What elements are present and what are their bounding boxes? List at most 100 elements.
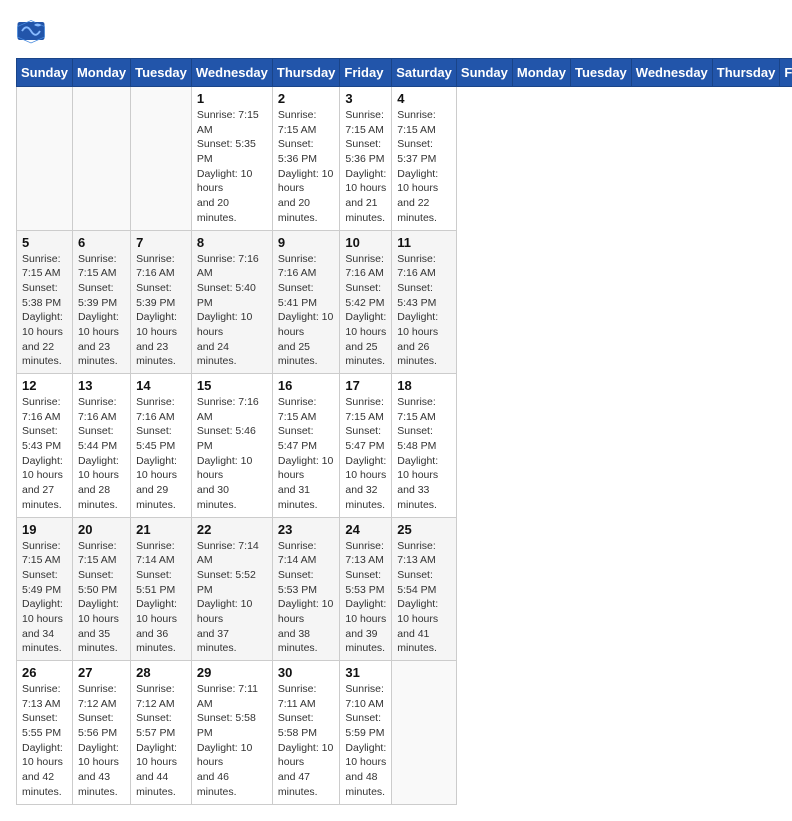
calendar-day-18: 18Sunrise: 7:15 AM Sunset: 5:48 PM Dayli… (392, 374, 457, 518)
day-number: 23 (278, 522, 335, 537)
calendar-empty-cell (72, 87, 130, 231)
day-number: 22 (197, 522, 267, 537)
calendar-day-4: 4Sunrise: 7:15 AM Sunset: 5:37 PM Daylig… (392, 87, 457, 231)
day-info: Sunrise: 7:16 AM Sunset: 5:42 PM Dayligh… (345, 252, 386, 370)
day-number: 26 (22, 665, 67, 680)
calendar-day-29: 29 Sunrise: 7:11 AM Sunset: 5:58 PM Dayli… (191, 661, 272, 805)
weekday-header-monday: Monday (512, 59, 570, 87)
calendar-day-23: 23Sunrise: 7:14 AM Sunset: 5:53 PM Dayli… (272, 517, 340, 661)
weekday-header-saturday: Saturday (392, 59, 457, 87)
day-info: Sunrise: 7:16 AM Sunset: 5:40 PM Dayligh… (197, 252, 267, 370)
day-number: 21 (136, 522, 186, 537)
day-info: Sunrise: 7:16 AM Sunset: 5:44 PM Dayligh… (78, 395, 125, 513)
day-info: Sunrise: 7:15 AM Sunset: 5:37 PM Dayligh… (397, 108, 451, 226)
calendar-header-row: SundayMondayTuesdayWednesdayThursdayFrid… (17, 59, 792, 87)
day-info: Sunrise: 7:16 AM Sunset: 5:39 PM Dayligh… (136, 252, 186, 370)
weekday-header-sunday: Sunday (17, 59, 73, 87)
day-info: Sunrise: 7:16 AM Sunset: 5:46 PM Dayligh… (197, 395, 267, 513)
weekday-header-friday: Friday (780, 59, 792, 87)
calendar-week-row: 19 Sunrise: 7:15 AM Sunset: 5:49 PM Dayli… (17, 517, 792, 661)
calendar-day-21: 21Sunrise: 7:14 AM Sunset: 5:51 PM Dayli… (131, 517, 192, 661)
day-number: 28 (136, 665, 186, 680)
weekday-header-sunday: Sunday (456, 59, 512, 87)
calendar-day-24: 24 Sunrise: 7:13 AM Sunset: 5:53 PM Dayli… (340, 517, 392, 661)
calendar-day-15: 15 Sunrise: 7:16 AM Sunset: 5:46 PM Dayli… (191, 374, 272, 518)
weekday-header-thursday: Thursday (272, 59, 340, 87)
day-info: Sunrise: 7:15 AM Sunset: 5:47 PM Dayligh… (278, 395, 335, 513)
day-info: Sunrise: 7:15 AM Sunset: 5:49 PM Dayligh… (22, 539, 67, 657)
day-number: 17 (345, 378, 386, 393)
weekday-header-friday: Friday (340, 59, 392, 87)
calendar-week-row: 26 Sunrise: 7:13 AM Sunset: 5:55 PM Dayli… (17, 661, 792, 805)
calendar-day-13: 13 Sunrise: 7:16 AM Sunset: 5:44 PM Dayli… (72, 374, 130, 518)
day-number: 12 (22, 378, 67, 393)
day-number: 24 (345, 522, 386, 537)
day-info: Sunrise: 7:12 AM Sunset: 5:57 PM Dayligh… (136, 682, 186, 800)
day-info: Sunrise: 7:13 AM Sunset: 5:53 PM Dayligh… (345, 539, 386, 657)
weekday-header-monday: Monday (72, 59, 130, 87)
calendar-week-row: 1Sunrise: 7:15 AM Sunset: 5:35 PM Daylig… (17, 87, 792, 231)
day-info: Sunrise: 7:15 AM Sunset: 5:39 PM Dayligh… (78, 252, 125, 370)
calendar-week-row: 5 Sunrise: 7:15 AM Sunset: 5:38 PM Daylig… (17, 230, 792, 374)
day-number: 6 (78, 235, 125, 250)
day-number: 29 (197, 665, 267, 680)
day-info: Sunrise: 7:16 AM Sunset: 5:41 PM Dayligh… (278, 252, 335, 370)
day-info: Sunrise: 7:15 AM Sunset: 5:36 PM Dayligh… (278, 108, 335, 226)
day-number: 25 (397, 522, 451, 537)
day-number: 5 (22, 235, 67, 250)
day-info: Sunrise: 7:13 AM Sunset: 5:55 PM Dayligh… (22, 682, 67, 800)
day-number: 7 (136, 235, 186, 250)
day-number: 15 (197, 378, 267, 393)
calendar-empty-cell (17, 87, 73, 231)
calendar-day-12: 12Sunrise: 7:16 AM Sunset: 5:43 PM Dayli… (17, 374, 73, 518)
calendar-day-31: 31 Sunrise: 7:10 AM Sunset: 5:59 PM Dayli… (340, 661, 392, 805)
calendar-day-26: 26 Sunrise: 7:13 AM Sunset: 5:55 PM Dayli… (17, 661, 73, 805)
day-number: 10 (345, 235, 386, 250)
day-info: Sunrise: 7:14 AM Sunset: 5:52 PM Dayligh… (197, 539, 267, 657)
day-info: Sunrise: 7:15 AM Sunset: 5:38 PM Dayligh… (22, 252, 67, 370)
weekday-header-wednesday: Wednesday (191, 59, 272, 87)
calendar-day-3: 3Sunrise: 7:15 AM Sunset: 5:36 PM Daylig… (340, 87, 392, 231)
day-info: Sunrise: 7:15 AM Sunset: 5:35 PM Dayligh… (197, 108, 267, 226)
calendar-day-14: 14 Sunrise: 7:16 AM Sunset: 5:45 PM Dayli… (131, 374, 192, 518)
calendar-day-22: 22 Sunrise: 7:14 AM Sunset: 5:52 PM Dayli… (191, 517, 272, 661)
logo (16, 16, 50, 46)
calendar-empty-cell (392, 661, 457, 805)
day-number: 11 (397, 235, 451, 250)
day-info: Sunrise: 7:15 AM Sunset: 5:50 PM Dayligh… (78, 539, 125, 657)
calendar-day-1: 1Sunrise: 7:15 AM Sunset: 5:35 PM Daylig… (191, 87, 272, 231)
calendar-day-2: 2Sunrise: 7:15 AM Sunset: 5:36 PM Daylig… (272, 87, 340, 231)
day-info: Sunrise: 7:13 AM Sunset: 5:54 PM Dayligh… (397, 539, 451, 657)
calendar-week-row: 12Sunrise: 7:16 AM Sunset: 5:43 PM Dayli… (17, 374, 792, 518)
weekday-header-thursday: Thursday (712, 59, 780, 87)
day-number: 31 (345, 665, 386, 680)
day-info: Sunrise: 7:12 AM Sunset: 5:56 PM Dayligh… (78, 682, 125, 800)
calendar-day-5: 5 Sunrise: 7:15 AM Sunset: 5:38 PM Daylig… (17, 230, 73, 374)
day-number: 16 (278, 378, 335, 393)
day-info: Sunrise: 7:10 AM Sunset: 5:59 PM Dayligh… (345, 682, 386, 800)
day-number: 13 (78, 378, 125, 393)
day-number: 9 (278, 235, 335, 250)
day-number: 27 (78, 665, 125, 680)
weekday-header-tuesday: Tuesday (571, 59, 632, 87)
calendar-table: SundayMondayTuesdayWednesdayThursdayFrid… (16, 58, 792, 805)
calendar-day-25: 25 Sunrise: 7:13 AM Sunset: 5:54 PM Dayli… (392, 517, 457, 661)
weekday-header-wednesday: Wednesday (631, 59, 712, 87)
day-number: 14 (136, 378, 186, 393)
day-info: Sunrise: 7:15 AM Sunset: 5:48 PM Dayligh… (397, 395, 451, 513)
calendar-day-30: 30 Sunrise: 7:11 AM Sunset: 5:58 PM Dayli… (272, 661, 340, 805)
calendar-day-28: 28 Sunrise: 7:12 AM Sunset: 5:57 PM Dayli… (131, 661, 192, 805)
day-number: 30 (278, 665, 335, 680)
day-info: Sunrise: 7:16 AM Sunset: 5:45 PM Dayligh… (136, 395, 186, 513)
calendar-day-9: 9 Sunrise: 7:16 AM Sunset: 5:41 PM Daylig… (272, 230, 340, 374)
calendar-empty-cell (131, 87, 192, 231)
calendar-day-17: 17Sunrise: 7:15 AM Sunset: 5:47 PM Dayli… (340, 374, 392, 518)
day-number: 19 (22, 522, 67, 537)
day-info: Sunrise: 7:11 AM Sunset: 5:58 PM Dayligh… (278, 682, 335, 800)
calendar-day-10: 10 Sunrise: 7:16 AM Sunset: 5:42 PM Dayli… (340, 230, 392, 374)
calendar-day-27: 27 Sunrise: 7:12 AM Sunset: 5:56 PM Dayli… (72, 661, 130, 805)
day-info: Sunrise: 7:15 AM Sunset: 5:36 PM Dayligh… (345, 108, 386, 226)
logo-icon (16, 16, 46, 46)
day-info: Sunrise: 7:11 AM Sunset: 5:58 PM Dayligh… (197, 682, 267, 800)
calendar-day-11: 11Sunrise: 7:16 AM Sunset: 5:43 PM Dayli… (392, 230, 457, 374)
